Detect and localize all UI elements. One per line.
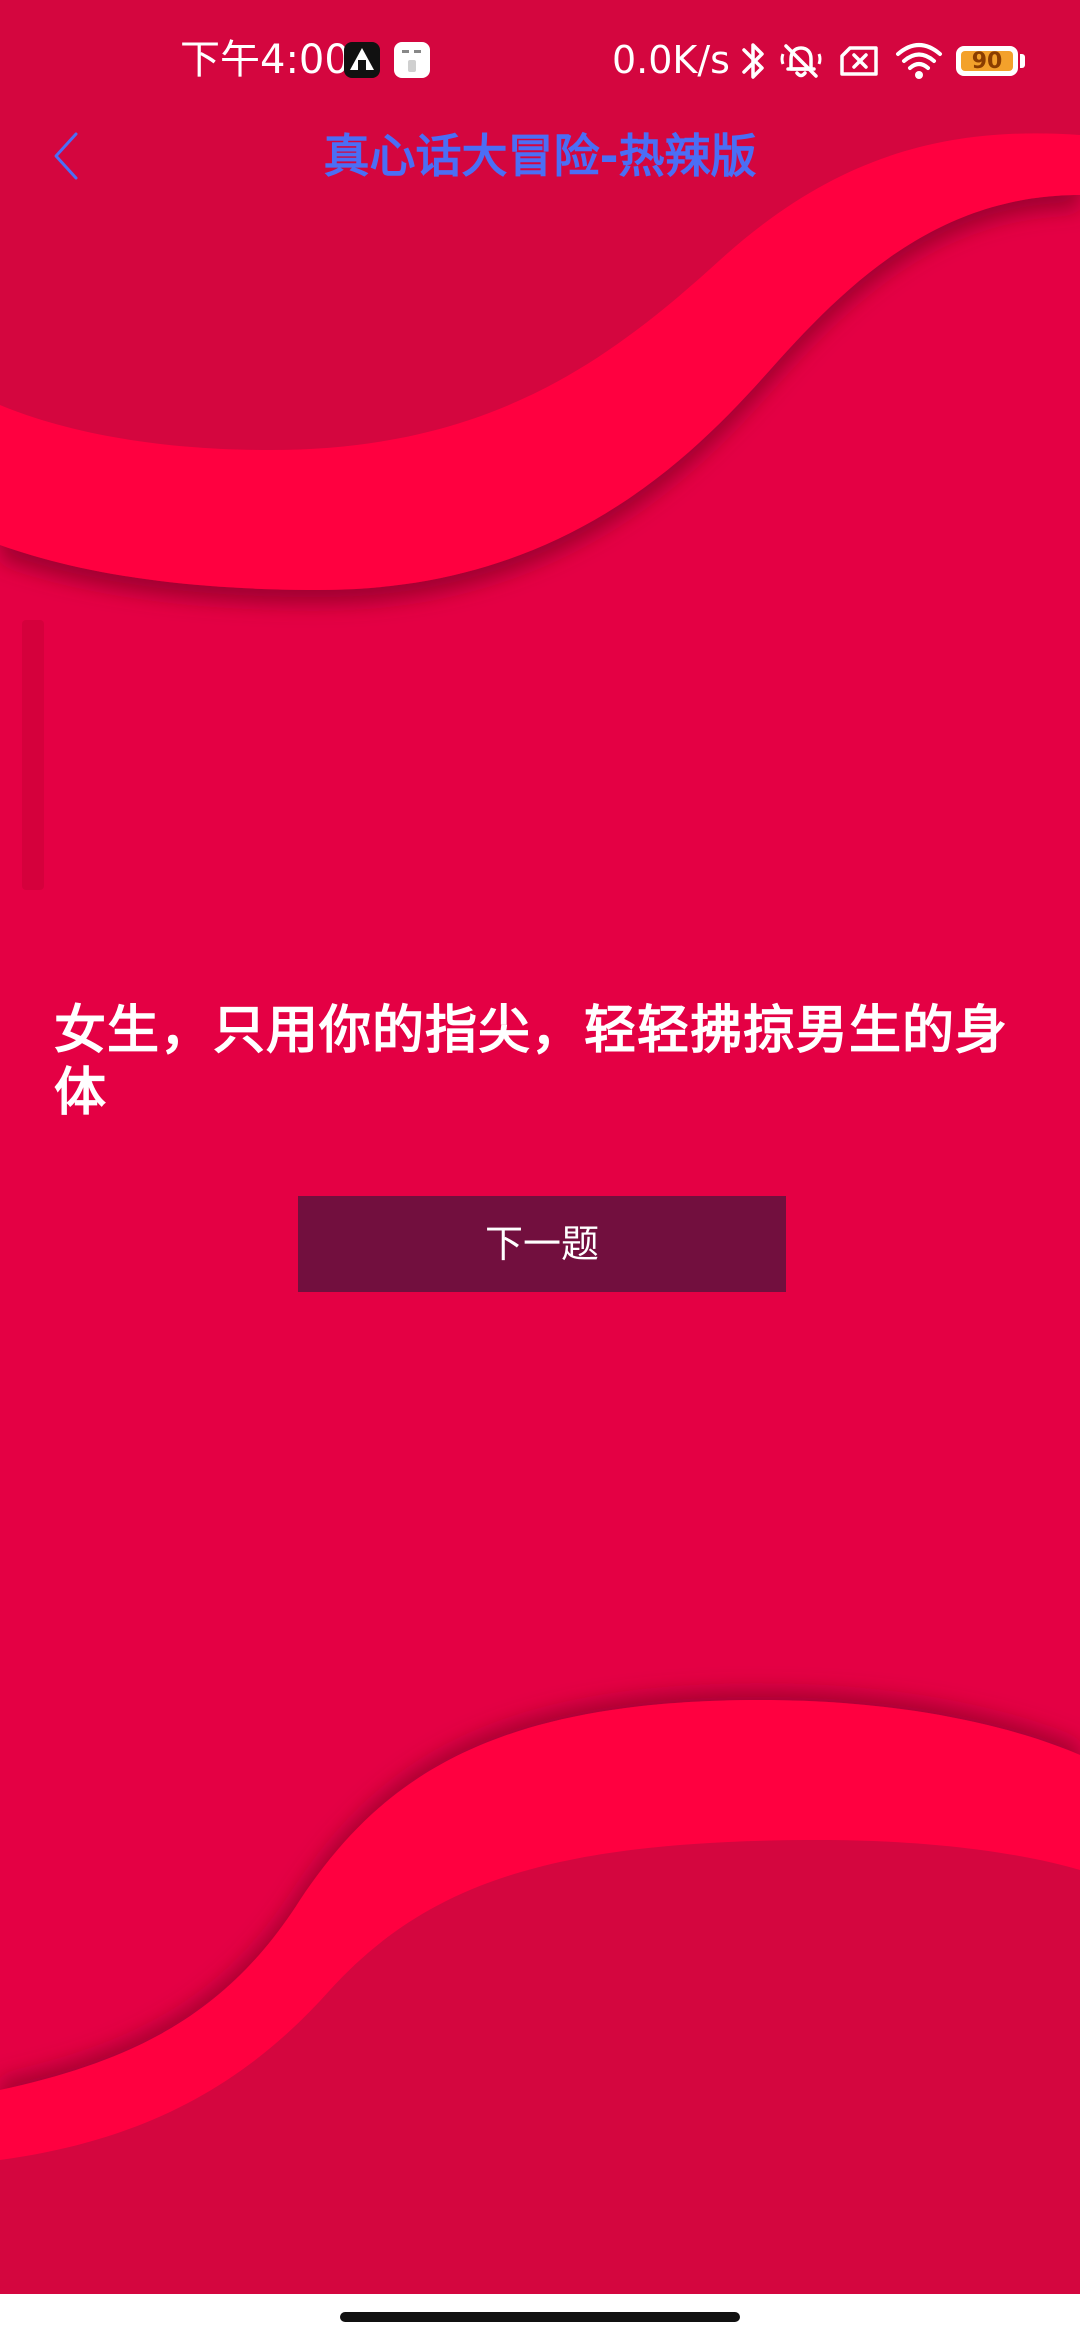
back-button[interactable] <box>40 118 104 198</box>
bluetooth-icon <box>738 38 768 88</box>
network-speed: 0.0K/s <box>612 38 730 82</box>
page-title: 真心话大冒险-热辣版 <box>323 129 757 183</box>
status-bar: 下午4:00 0.0K/s 90 <box>0 0 1080 124</box>
app-screen: 下午4:00 0.0K/s 90 真心话大冒险-热辣版 女生，只用你的指尖，轻轻… <box>0 0 1080 2340</box>
battery-fill: 90 <box>961 49 1013 74</box>
notification-app-icon <box>394 42 430 78</box>
side-scroll-strip <box>22 620 44 890</box>
battery-cap <box>1020 54 1025 68</box>
chevron-left-icon <box>54 132 78 180</box>
question-text: 女生，只用你的指尖，轻轻拂掠男生的身体 <box>54 1001 1009 1123</box>
mute-bell-icon <box>778 38 824 88</box>
notification-app-icon <box>344 42 380 78</box>
status-time: 下午4:00 <box>180 37 350 83</box>
navigation-bar <box>0 2294 1080 2340</box>
next-question-button[interactable]: 下一题 <box>298 1196 786 1292</box>
wave-background <box>0 0 1080 2340</box>
battery-icon: 90 <box>956 46 1018 76</box>
no-sim-icon <box>838 38 882 88</box>
battery-level: 90 <box>971 49 1003 74</box>
gesture-handle[interactable] <box>340 2312 740 2322</box>
wifi-icon <box>894 38 944 88</box>
